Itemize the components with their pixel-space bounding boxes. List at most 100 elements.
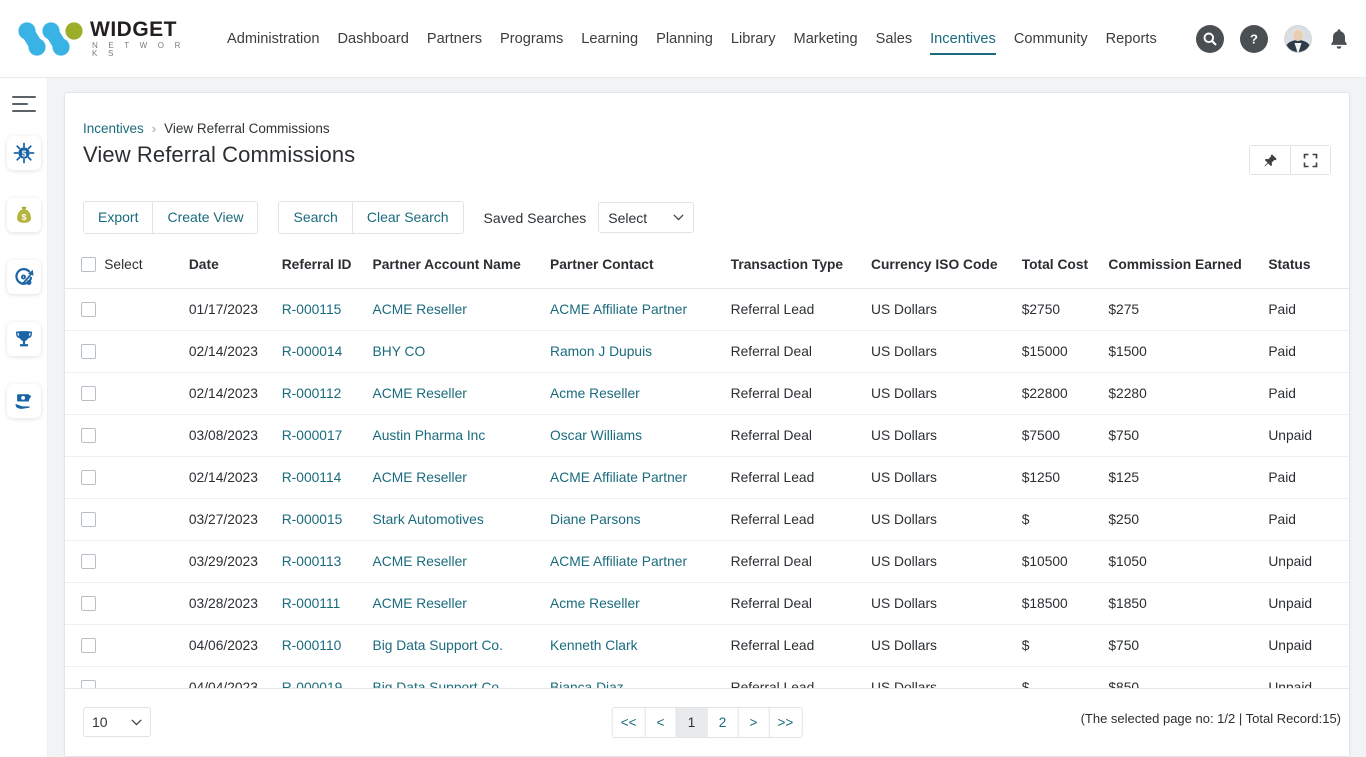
column-header-date[interactable]: Date	[189, 247, 282, 289]
brand-logo[interactable]: WIDGET N E T W O R K S	[16, 19, 198, 59]
cell-text-referral-id[interactable]: R-000110	[282, 638, 342, 653]
nav-item-incentives[interactable]: Incentives	[921, 0, 1005, 78]
row-checkbox[interactable]	[81, 596, 96, 611]
incentive-dollar-gear-icon[interactable]: $	[7, 136, 41, 170]
nav-item-partners[interactable]: Partners	[418, 0, 491, 78]
cell-text-partner-account-name[interactable]: Stark Automotives	[373, 512, 484, 527]
money-bag-icon[interactable]: $	[7, 198, 41, 232]
row-checkbox[interactable]	[81, 470, 96, 485]
cell-text-partner-account-name[interactable]: Big Data Support Co.	[373, 638, 503, 653]
cell-text-partner-account-name[interactable]: ACME Reseller	[373, 596, 467, 611]
cell-text-partner-contact[interactable]: Kenneth Clark	[550, 638, 637, 653]
cell-partner-contact[interactable]: Diane Parsons	[550, 499, 731, 541]
row-checkbox[interactable]	[81, 554, 96, 569]
cell-referral-id[interactable]: R-000110	[282, 625, 373, 667]
cell-text-referral-id[interactable]: R-000115	[282, 302, 342, 317]
cell-referral-id[interactable]: R-000115	[282, 289, 373, 331]
cell-partner-account-name[interactable]: BHY CO	[373, 331, 551, 373]
saved-searches-select[interactable]: Select	[598, 202, 694, 233]
cell-partner-contact[interactable]: Acme Reseller	[550, 373, 731, 415]
cell-text-referral-id[interactable]: R-000015	[282, 512, 343, 527]
notification-bell-icon[interactable]	[1328, 27, 1350, 51]
cell-text-partner-contact[interactable]: Diane Parsons	[550, 512, 641, 527]
cell-text-partner-contact[interactable]: ACME Affiliate Partner	[550, 470, 687, 485]
help-icon[interactable]: ?	[1240, 25, 1268, 53]
cell-text-referral-id[interactable]: R-000112	[282, 386, 342, 401]
row-checkbox[interactable]	[81, 428, 96, 443]
row-checkbox[interactable]	[81, 512, 96, 527]
cell-partner-contact[interactable]: Oscar Williams	[550, 415, 731, 457]
cell-text-partner-account-name[interactable]: ACME Reseller	[373, 470, 467, 485]
column-header-commission-earned[interactable]: Commission Earned	[1108, 247, 1268, 289]
nav-item-community[interactable]: Community	[1005, 0, 1097, 78]
cell-text-partner-account-name[interactable]: Austin Pharma Inc	[373, 428, 486, 443]
expand-icon[interactable]	[1290, 146, 1330, 174]
nav-item-reports[interactable]: Reports	[1097, 0, 1166, 78]
hamburger-menu-icon[interactable]	[12, 94, 36, 114]
select-all-checkbox[interactable]	[81, 257, 96, 272]
column-header-total-cost[interactable]: Total Cost	[1022, 247, 1109, 289]
row-checkbox[interactable]	[81, 344, 96, 359]
nav-item-administration[interactable]: Administration	[218, 0, 328, 78]
cell-partner-account-name[interactable]: Big Data Support Co.	[373, 667, 551, 690]
cell-partner-account-name[interactable]: ACME Reseller	[373, 583, 551, 625]
cell-referral-id[interactable]: R-000017	[282, 415, 373, 457]
trophy-icon[interactable]	[7, 322, 41, 356]
cell-referral-id[interactable]: R-000019	[282, 667, 373, 690]
cell-partner-contact[interactable]: Kenneth Clark	[550, 625, 731, 667]
cell-partner-account-name[interactable]: ACME Reseller	[373, 289, 551, 331]
cell-partner-account-name[interactable]: ACME Reseller	[373, 541, 551, 583]
pin-icon[interactable]	[1250, 146, 1290, 174]
nav-item-planning[interactable]: Planning	[647, 0, 722, 78]
cell-referral-id[interactable]: R-000113	[282, 541, 373, 583]
payout-hand-icon[interactable]	[7, 384, 41, 418]
nav-item-marketing[interactable]: Marketing	[785, 0, 867, 78]
pager-button-nextnext[interactable]: >>	[769, 708, 802, 737]
avatar[interactable]	[1284, 25, 1312, 53]
cell-partner-account-name[interactable]: ACME Reseller	[373, 373, 551, 415]
cell-text-partner-account-name[interactable]: ACME Reseller	[373, 554, 467, 569]
nav-item-dashboard[interactable]: Dashboard	[328, 0, 417, 78]
cell-text-referral-id[interactable]: R-000111	[282, 596, 341, 611]
cell-text-partner-account-name[interactable]: ACME Reseller	[373, 302, 467, 317]
pager-button-prev[interactable]: <	[645, 708, 676, 737]
cell-text-partner-account-name[interactable]: BHY CO	[373, 344, 426, 359]
cell-partner-contact[interactable]: ACME Affiliate Partner	[550, 541, 731, 583]
cell-partner-contact[interactable]: Acme Reseller	[550, 583, 731, 625]
nav-item-library[interactable]: Library	[722, 0, 785, 78]
cell-text-referral-id[interactable]: R-000017	[282, 428, 343, 443]
export-button[interactable]: Export	[84, 202, 152, 233]
column-header-status[interactable]: Status	[1268, 247, 1349, 289]
pager-button-prevprev[interactable]: <<	[613, 708, 645, 737]
row-checkbox[interactable]	[81, 386, 96, 401]
pager-button-2[interactable]: 2	[707, 708, 738, 737]
column-header-referral-id[interactable]: Referral ID	[282, 247, 373, 289]
cell-partner-account-name[interactable]: ACME Reseller	[373, 457, 551, 499]
clear-search-button[interactable]: Clear Search	[352, 202, 463, 233]
cell-text-partner-contact[interactable]: ACME Affiliate Partner	[550, 302, 687, 317]
column-header-select[interactable]: Select	[104, 247, 189, 289]
nav-item-programs[interactable]: Programs	[491, 0, 572, 78]
cell-text-partner-account-name[interactable]: ACME Reseller	[373, 386, 467, 401]
column-header-partner-contact[interactable]: Partner Contact	[550, 247, 731, 289]
cell-text-partner-contact[interactable]: ACME Affiliate Partner	[550, 554, 687, 569]
column-header-currency-iso-code[interactable]: Currency ISO Code	[871, 247, 1022, 289]
column-header-transaction-type[interactable]: Transaction Type	[731, 247, 871, 289]
search-button[interactable]: Search	[279, 202, 351, 233]
search-icon[interactable]	[1196, 25, 1224, 53]
cell-partner-contact[interactable]: Ramon J Dupuis	[550, 331, 731, 373]
cell-text-referral-id[interactable]: R-000114	[282, 470, 342, 485]
nav-item-sales[interactable]: Sales	[867, 0, 922, 78]
nav-item-learning[interactable]: Learning	[572, 0, 647, 78]
commission-percent-icon[interactable]	[7, 260, 41, 294]
cell-text-partner-contact[interactable]: Acme Reseller	[550, 386, 640, 401]
column-header-partner-account-name[interactable]: Partner Account Name	[373, 247, 551, 289]
cell-text-partner-contact[interactable]: Oscar Williams	[550, 428, 642, 443]
row-checkbox[interactable]	[81, 638, 96, 653]
page-size-select[interactable]: 10	[83, 707, 151, 737]
create-view-button[interactable]: Create View	[152, 202, 257, 233]
cell-text-partner-contact[interactable]: Ramon J Dupuis	[550, 344, 652, 359]
cell-referral-id[interactable]: R-000111	[282, 583, 373, 625]
cell-text-referral-id[interactable]: R-000014	[282, 344, 343, 359]
cell-text-referral-id[interactable]: R-000113	[282, 554, 342, 569]
